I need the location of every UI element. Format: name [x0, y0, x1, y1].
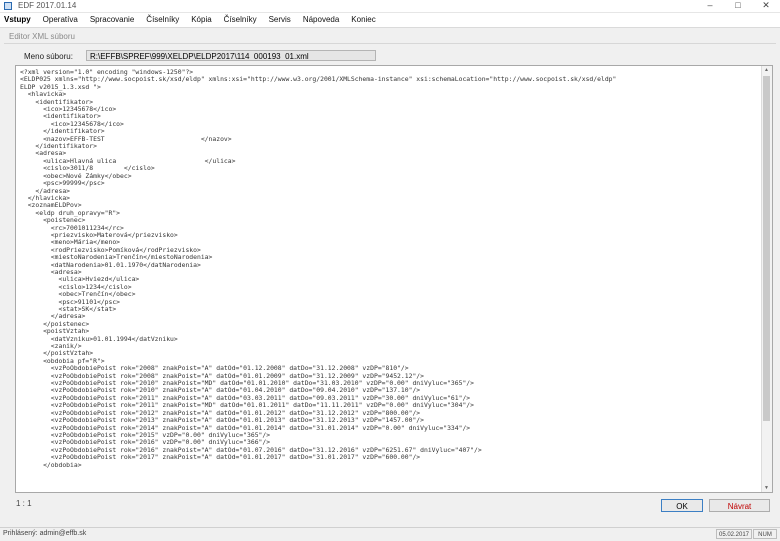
close-icon[interactable]: ✕ [752, 0, 780, 12]
app-icon [4, 2, 12, 10]
status-user: Prihlásený: admin@effb.sk [3, 530, 87, 537]
xml-editor[interactable]: <?xml version="1.0" encoding "windows-12… [15, 65, 773, 493]
status-bar: Prihlásený: admin@effb.sk 05.02.2017 NUM [0, 527, 780, 541]
window-title: EDF 2017.01.14 [18, 1, 77, 10]
menu-item-kopia[interactable]: Kópia [185, 13, 217, 27]
minimize-icon[interactable]: – [696, 0, 724, 12]
file-name-label: Meno súboru: [24, 52, 73, 61]
cursor-position: 1 : 1 [16, 499, 32, 508]
menu-bar: Vstupy Operatíva Spracovanie Číselníky K… [0, 13, 780, 28]
window-controls: – □ ✕ [696, 0, 780, 12]
divider [4, 43, 776, 44]
maximize-icon[interactable]: □ [724, 0, 752, 12]
ok-button[interactable]: OK [661, 499, 703, 512]
menu-item-napoveda[interactable]: Nápoveda [297, 13, 345, 27]
editor-title: Editor XML súboru [9, 32, 75, 41]
file-path-field: R:\EFFB\SPREF\999\XELDP\ELDP2017\114_000… [86, 50, 376, 61]
menu-item-ciselniky-2[interactable]: Číselníky [218, 13, 263, 27]
menu-item-ciselniky-1[interactable]: Číselníky [140, 13, 185, 27]
status-date: 05.02.2017 [716, 529, 752, 539]
vertical-scrollbar[interactable]: ▲ ▼ [761, 66, 772, 492]
menu-item-koniec[interactable]: Koniec [345, 13, 381, 27]
scrollbar-thumb[interactable] [763, 76, 770, 421]
menu-item-vstupy[interactable]: Vstupy [0, 13, 37, 27]
cancel-button[interactable]: Návrat [709, 499, 770, 512]
scroll-up-icon[interactable]: ▲ [764, 67, 769, 73]
status-num: NUM [753, 529, 777, 539]
menu-item-operativa[interactable]: Operatíva [37, 13, 84, 27]
scroll-down-icon[interactable]: ▼ [764, 485, 769, 491]
title-bar: EDF 2017.01.14 – □ ✕ [0, 0, 780, 13]
xml-content[interactable]: <?xml version="1.0" encoding "windows-12… [20, 69, 760, 469]
menu-item-servis[interactable]: Servis [263, 13, 297, 27]
menu-item-spracovanie[interactable]: Spracovanie [84, 13, 140, 27]
